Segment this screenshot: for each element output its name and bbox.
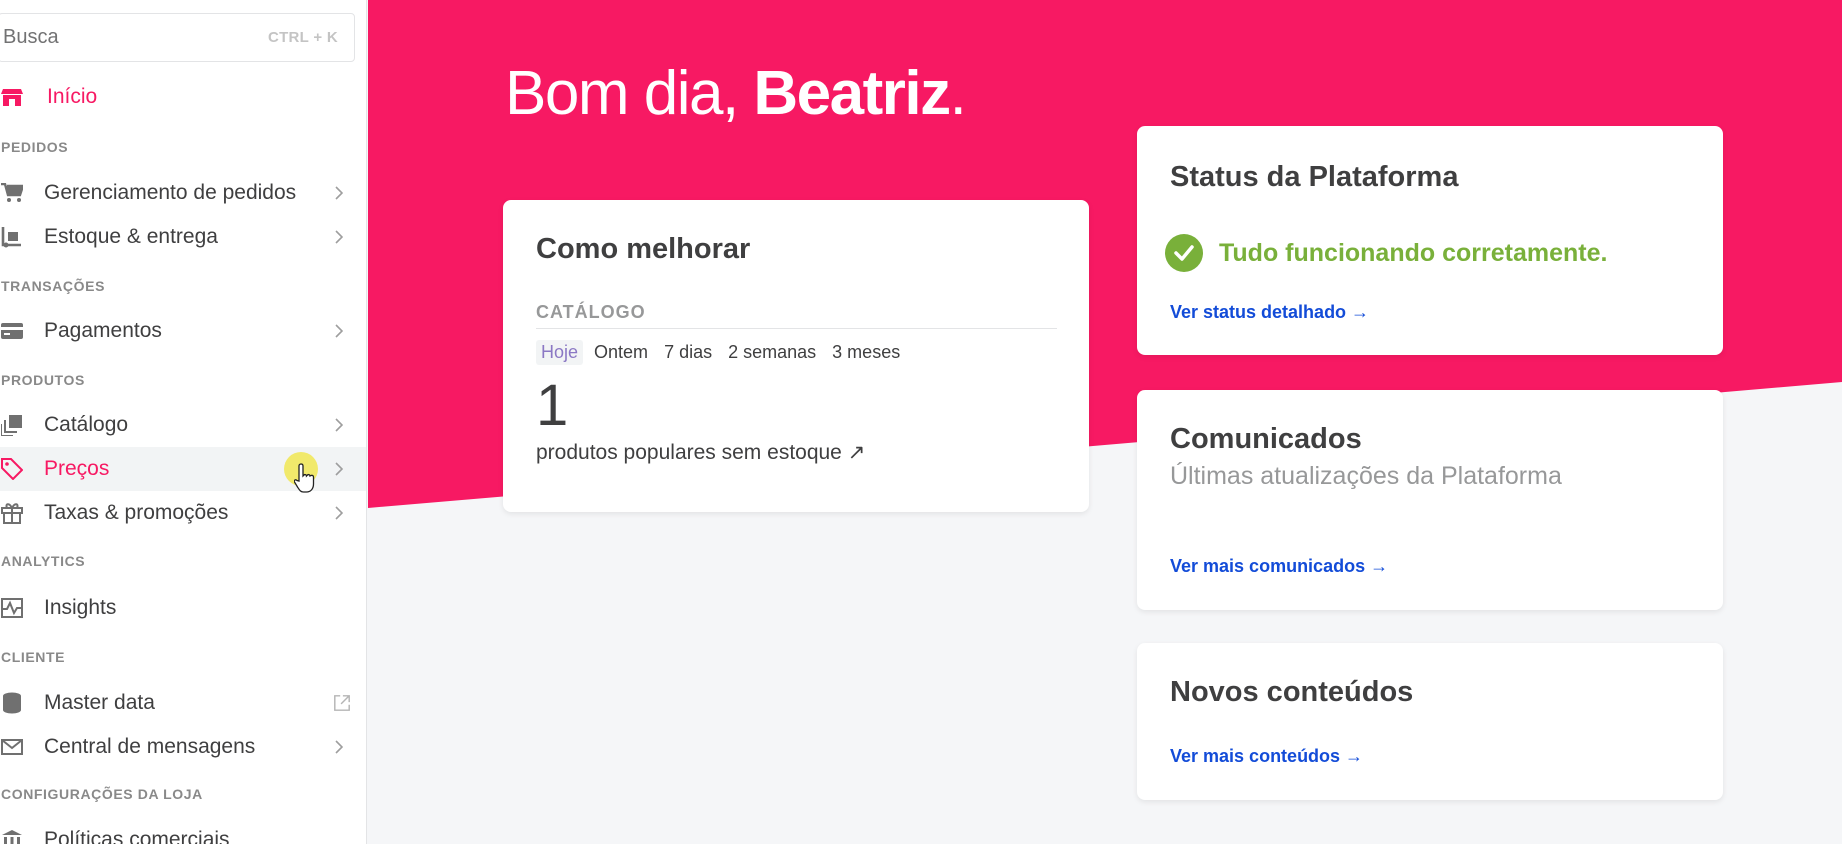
chevron-right-icon [330,416,348,434]
tab-ontem[interactable]: Ontem [589,340,653,365]
sidebar-item-label: Pagamentos [44,319,162,342]
sidebar-item-payments[interactable]: Pagamentos [0,309,366,353]
main-content: Bom dia, Beatriz. Como melhorar CATÁLOGO… [368,0,1842,844]
sidebar-item-label: Estoque & entrega [44,225,218,248]
more-news-link[interactable]: Ver mais comunicados → [1170,556,1388,577]
more-content-link[interactable]: Ver mais conteúdos → [1170,746,1363,767]
status-row: Tudo funcionando corretamente. [1165,234,1607,272]
copy-icon [0,413,24,437]
sidebar-item-label: Gerenciamento de pedidos [44,181,297,204]
section-label-transacoes: TRANSAÇÕES [1,278,106,294]
status-details-link[interactable]: Ver status detalhado → [1170,302,1369,323]
sidebar-item-label: Políticas comerciais [44,828,230,844]
tab-7-dias[interactable]: 7 dias [659,340,717,365]
improve-card: Como melhorar CATÁLOGO Hoje Ontem 7 dias… [503,200,1089,512]
gift-icon [0,501,24,525]
page-greeting: Bom dia, Beatriz. [505,58,967,129]
dolly-icon [0,225,24,249]
chevron-right-icon [330,504,348,522]
search-placeholder: Busca [3,26,59,48]
sidebar-item-messages[interactable]: Central de mensagens [0,725,366,769]
sidebar: Busca CTRL + K Início PEDIDOS Gerenciame… [0,0,367,844]
status-message: Tudo funcionando corretamente. [1219,238,1608,267]
news-card: Comunicados Últimas atualizações da Plat… [1137,390,1723,610]
sidebar-item-label: Insights [44,596,117,619]
content-card: Novos conteúdos Ver mais conteúdos → [1137,643,1723,800]
sidebar-item-catalog[interactable]: Catálogo [0,403,366,447]
section-label-pedidos: PEDIDOS [1,139,69,155]
sidebar-item-orders[interactable]: Gerenciamento de pedidos [0,171,366,215]
card-title: Comunicados [1170,423,1362,455]
metric-link[interactable]: produtos populares sem estoque ↗ [536,440,865,465]
chevron-right-icon [330,228,348,246]
cart-icon [0,181,24,205]
chevron-right-icon [330,460,348,478]
sidebar-item-policies[interactable]: Políticas comerciais [0,818,366,844]
card-title: Status da Plataforma [1170,161,1459,193]
card-title: Novos conteúdos [1170,676,1414,708]
card-title: Como melhorar [536,233,751,265]
envelope-icon [0,735,24,759]
chevron-right-icon [330,322,348,340]
section-label-analytics: ANALYTICS [1,553,86,569]
tab-2-semanas[interactable]: 2 semanas [723,340,821,365]
chevron-right-icon [330,184,348,202]
sidebar-item-insights[interactable]: Insights [0,586,366,630]
external-link-icon [333,694,351,712]
chart-pulse-icon [0,596,24,620]
bank-icon [0,828,24,844]
store-icon [0,85,24,109]
chevron-right-icon [330,738,348,756]
sidebar-item-promotions[interactable]: Taxas & promoções [0,491,366,535]
sidebar-item-label: Preços [44,457,110,480]
sidebar-item-label: Taxas & promoções [44,501,229,524]
section-label-produtos: PRODUTOS [1,372,85,388]
search-shortcut: CTRL + K [267,29,338,46]
tab-3-meses[interactable]: 3 meses [827,340,905,365]
metric-value: 1 [536,373,569,438]
section-label: CATÁLOGO [536,302,646,322]
sidebar-item-label: Central de mensagens [44,735,256,758]
sidebar-item-home[interactable]: Início [0,75,366,119]
section-label-cliente: CLIENTE [1,649,66,665]
search-input[interactable]: Busca CTRL + K [0,13,355,62]
sidebar-item-label: Início [47,85,98,108]
check-circle-icon [1165,234,1203,272]
card-subtitle: Últimas atualizações da Plataforma [1170,462,1562,490]
tab-hoje[interactable]: Hoje [536,340,584,365]
divider [536,328,1057,329]
period-tabs: Hoje Ontem 7 dias 2 semanas 3 meses [536,340,905,365]
database-icon [0,691,24,715]
credit-card-icon [0,319,24,343]
sidebar-item-label: Catálogo [44,413,129,436]
greeting-prefix: Bom dia, [505,59,739,128]
sidebar-item-masterdata[interactable]: Master data [0,681,366,725]
greeting-name: Beatriz [753,59,951,128]
hand-pointer-icon [294,463,315,493]
status-card: Status da Plataforma Tudo funcionando co… [1137,126,1723,355]
section-label-config: CONFIGURAÇÕES DA LOJA [1,786,203,802]
sidebar-item-inventory[interactable]: Estoque & entrega [0,215,366,259]
tag-icon [0,457,24,481]
greeting-suffix: . [949,59,967,128]
sidebar-item-label: Master data [44,691,155,714]
